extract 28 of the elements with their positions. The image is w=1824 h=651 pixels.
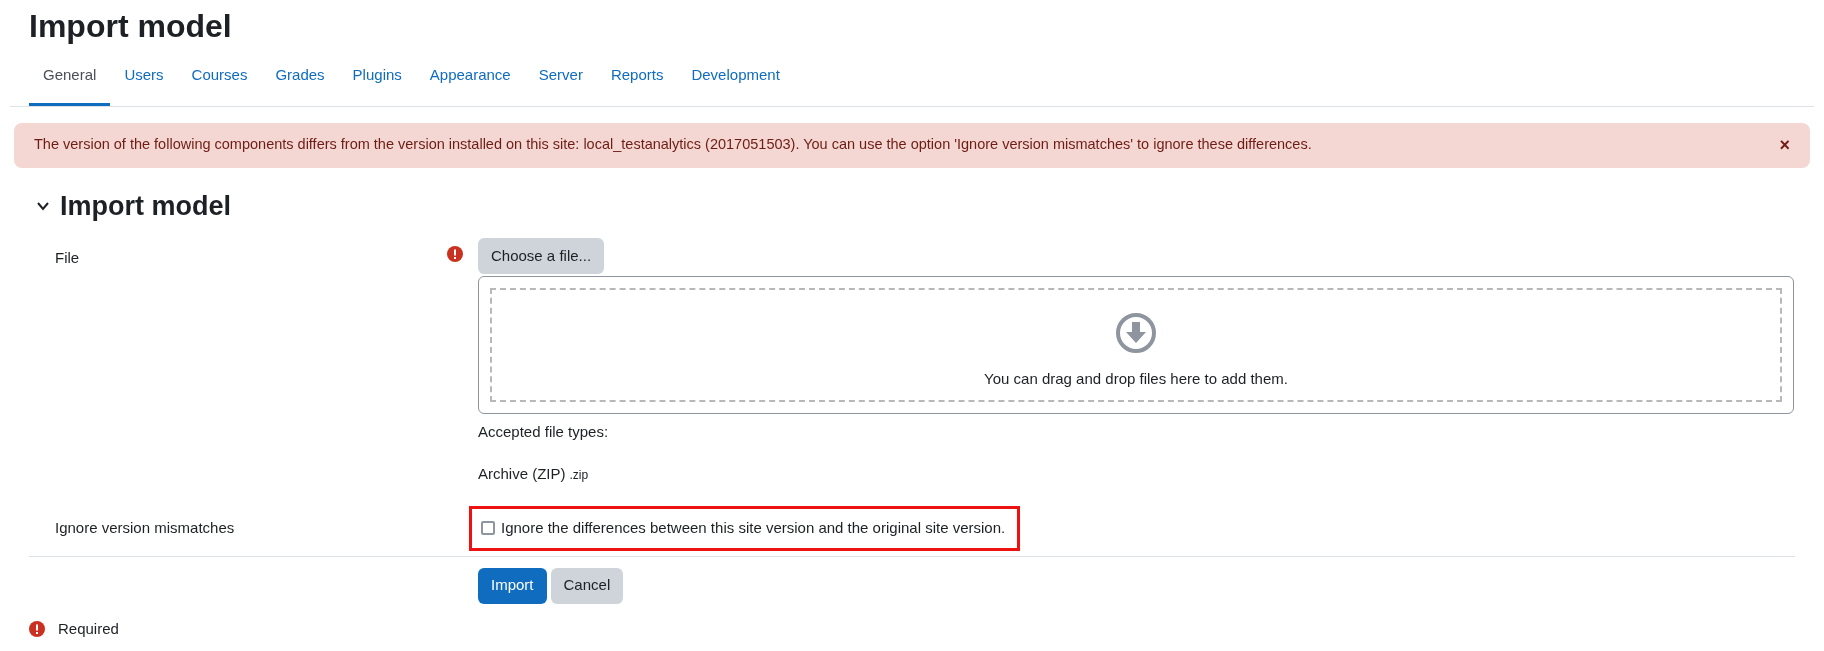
required-icon <box>29 620 45 637</box>
nav-tab[interactable]: Grades <box>261 50 339 106</box>
file-extension: .zip <box>569 467 589 484</box>
accepted-types-label: Accepted file types: <box>478 423 609 440</box>
nav-tab[interactable]: Reports <box>596 50 678 106</box>
nav-tab[interactable]: Courses <box>177 50 262 106</box>
checkbox-label[interactable]: Ignore the differences between this site version and the original site version. <box>501 516 1006 540</box>
nav-tab[interactable]: Appearance <box>415 50 525 106</box>
alert-message: The version of the following components differs from the version installed on this site: local_testanalytics (2017051503). You can use the option 'Ignore version mismatches' to ignore these differences. <box>34 135 1312 155</box>
file-dropzone[interactable]: You can drag and drop files here to add them. <box>478 276 1794 414</box>
nav-tab[interactable]: Development <box>677 50 794 106</box>
cancel-button[interactable]: Cancel <box>550 567 624 604</box>
section-heading: Import model <box>60 189 231 223</box>
download-icon <box>1115 311 1157 354</box>
nav-tab[interactable]: Server <box>524 50 597 106</box>
choose-file-button[interactable]: Choose a file... <box>478 238 605 274</box>
field-label: Ignore version mismatches <box>55 519 235 536</box>
nav-tab[interactable]: General <box>29 50 111 106</box>
nav-tab[interactable]: Users <box>110 50 178 106</box>
close-button[interactable]: × <box>1779 136 1790 154</box>
required-note: Required <box>58 618 119 639</box>
checkbox[interactable] <box>481 521 495 535</box>
import-button[interactable]: Import <box>478 567 547 604</box>
accepted-type: Archive (ZIP) <box>478 464 566 484</box>
dropzone-text: You can drag and drop files here to add them. <box>984 368 1288 389</box>
field-label: File <box>55 249 80 266</box>
page-title: Import model <box>29 7 233 46</box>
nav-tab[interactable]: Plugins <box>338 50 416 106</box>
